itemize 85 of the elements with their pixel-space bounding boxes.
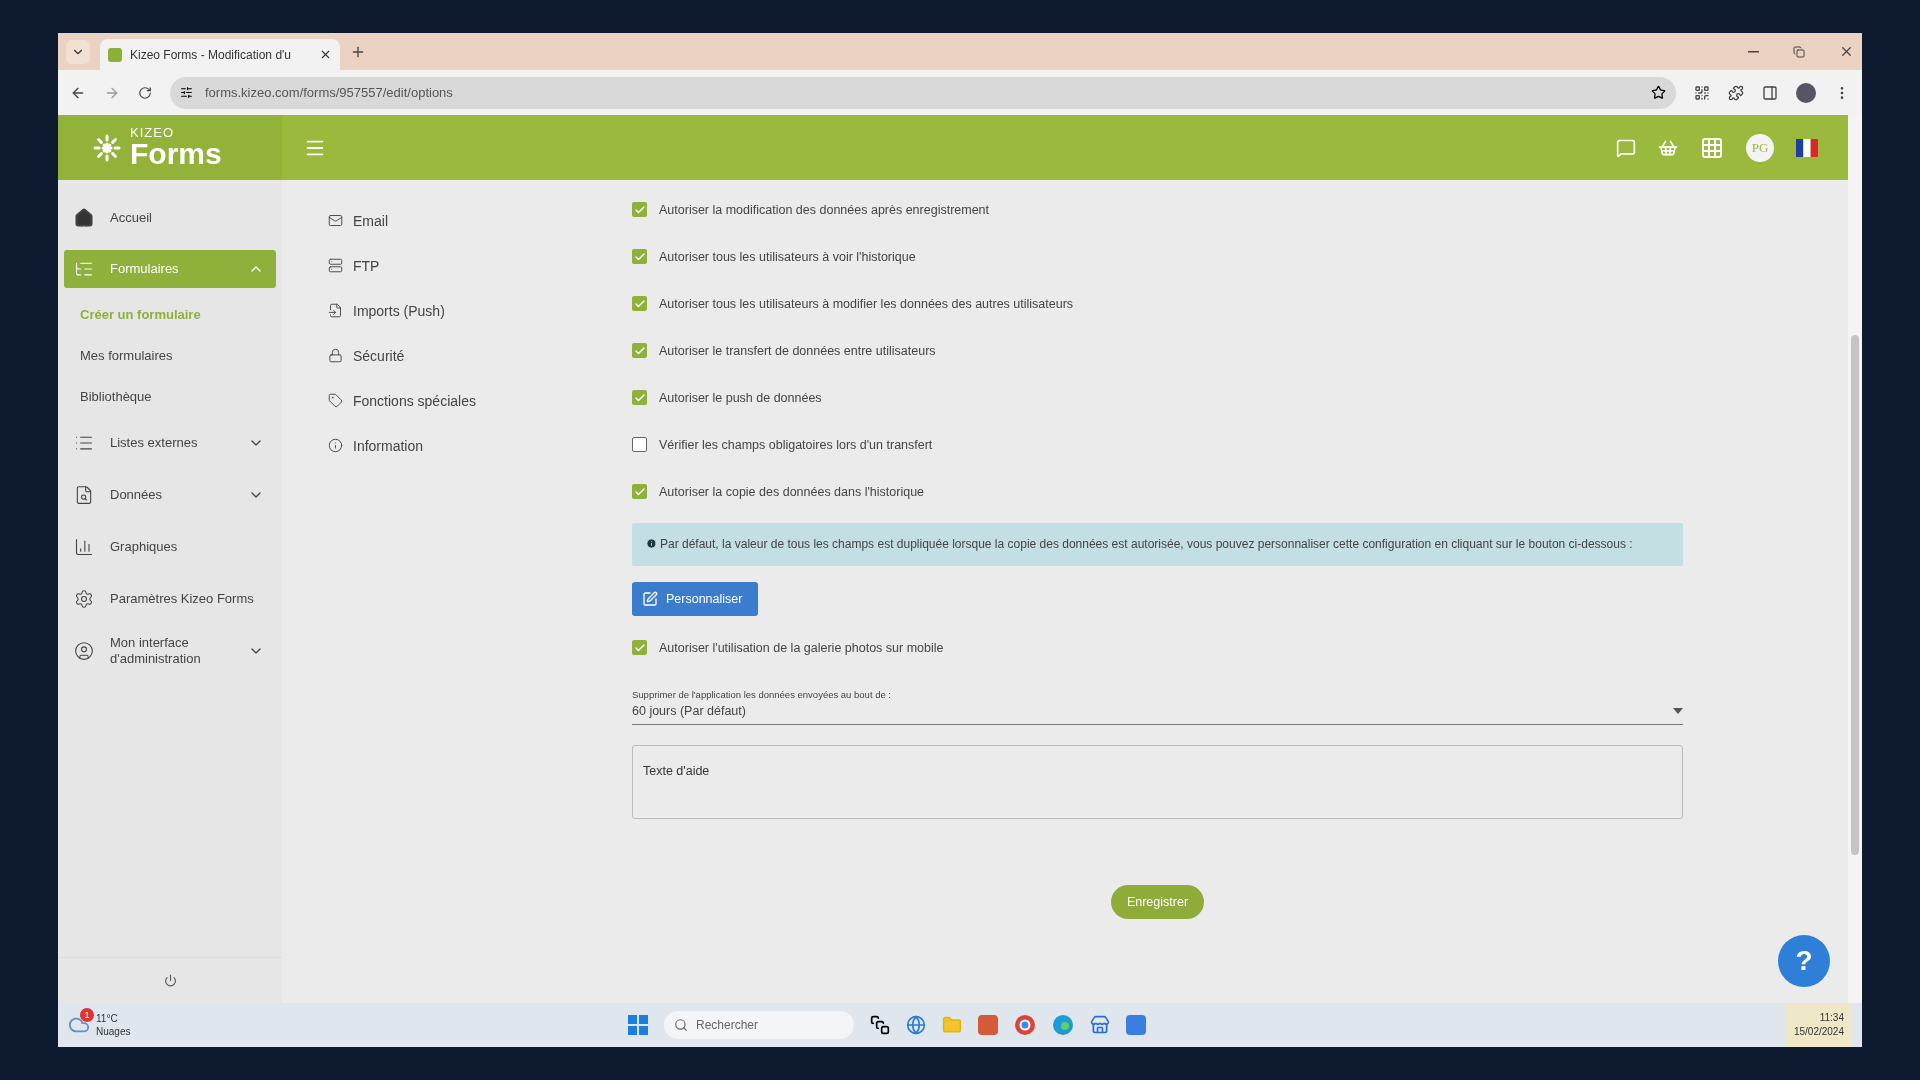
info-icon bbox=[328, 438, 343, 453]
customize-button[interactable]: Personnaliser bbox=[632, 582, 759, 617]
clock-date: 15/02/2024 bbox=[1793, 1025, 1844, 1039]
taskbar-search-field[interactable]: Rechercher bbox=[664, 1011, 854, 1039]
app-icon[interactable] bbox=[1126, 1015, 1146, 1035]
options-menu-item[interactable]: Fonctions spéciales bbox=[328, 378, 582, 423]
puzzle-icon[interactable] bbox=[1728, 84, 1744, 101]
option-label: Autoriser tous les utilisateurs à voir l'historique bbox=[659, 249, 916, 264]
notification-badge: 1 bbox=[80, 1008, 94, 1022]
sidebar-item[interactable]: Accueil bbox=[64, 192, 276, 244]
options-menu-item[interactable]: Information bbox=[328, 423, 582, 468]
sidebar-subitem[interactable]: Bibliothèque bbox=[64, 376, 276, 417]
user-circle-icon bbox=[74, 641, 94, 661]
checkbox[interactable] bbox=[632, 437, 647, 452]
restore-button[interactable] bbox=[1793, 45, 1805, 58]
windows-start-icon[interactable] bbox=[628, 1015, 648, 1035]
bar-chart-icon bbox=[74, 537, 94, 557]
help-button[interactable]: ? bbox=[1778, 935, 1830, 987]
checkbox[interactable] bbox=[632, 484, 647, 499]
options-menu-item[interactable]: Email bbox=[328, 198, 582, 243]
option-label: Autoriser la modification des données après enregistrement bbox=[659, 202, 990, 217]
sidebar-item[interactable]: Paramètres Kizeo Forms bbox=[64, 573, 276, 625]
address-bar[interactable]: forms.kizeo.com/forms/957557/edit/options bbox=[170, 76, 1676, 109]
option-label: Autoriser la copie des données dans l'historique bbox=[659, 484, 925, 499]
minimize-icon bbox=[1748, 50, 1759, 53]
mail-icon bbox=[328, 213, 343, 228]
checkbox[interactable] bbox=[632, 343, 647, 358]
tab-list-button[interactable] bbox=[66, 39, 90, 64]
store-icon[interactable] bbox=[1090, 1015, 1110, 1035]
option-label: Autoriser le transfert de données entre utilisateurs bbox=[659, 343, 936, 358]
options-menu-item[interactable]: FTP bbox=[328, 243, 582, 288]
checkbox[interactable] bbox=[632, 296, 647, 311]
file-search-icon bbox=[74, 485, 94, 505]
sidebar-item[interactable]: Listes externes bbox=[64, 417, 276, 469]
scrollbar-thumb[interactable] bbox=[1851, 335, 1859, 855]
gear-icon bbox=[74, 589, 94, 609]
options-menu-item[interactable]: Sécurité bbox=[328, 333, 582, 378]
sidebar-item[interactable]: Données bbox=[64, 469, 276, 521]
globe-app-icon[interactable] bbox=[906, 1015, 926, 1035]
option-label: Autoriser le push de données bbox=[659, 390, 822, 405]
dropdown-caret-icon bbox=[1673, 708, 1683, 715]
favicon-icon bbox=[108, 47, 122, 62]
power-icon[interactable] bbox=[163, 974, 177, 987]
retention-select[interactable]: Supprimer de l'application les données envoyées au bout de : 60 jours (Par défaut) bbox=[632, 689, 1683, 726]
site-settings-icon bbox=[180, 86, 193, 99]
close-tab-icon[interactable] bbox=[319, 48, 332, 61]
bookmark-star-icon[interactable] bbox=[1651, 85, 1666, 100]
apps-grid-icon[interactable] bbox=[1700, 135, 1724, 160]
sidebar-item[interactable]: Graphiques bbox=[64, 521, 276, 573]
home-icon bbox=[74, 208, 94, 228]
flag-icon[interactable] bbox=[1796, 138, 1818, 157]
minimize-button[interactable] bbox=[1748, 50, 1759, 53]
checkbox[interactable] bbox=[632, 202, 647, 217]
option-label: Vérifier les champs obligatoires lors d'un transfert bbox=[659, 437, 933, 452]
task-view-icon[interactable] bbox=[870, 1015, 890, 1035]
search-icon bbox=[674, 1018, 688, 1032]
sidebar-item[interactable]: Mon interface d'administration bbox=[64, 625, 276, 677]
help-text-field[interactable]: Texte d'aide bbox=[632, 745, 1683, 820]
profile-avatar[interactable] bbox=[1796, 82, 1816, 103]
server-icon bbox=[328, 258, 343, 273]
side-panel-icon[interactable] bbox=[1762, 84, 1778, 101]
browser-tab[interactable]: Kizeo Forms - Modification d'u bbox=[100, 39, 340, 70]
qr-code-icon[interactable] bbox=[1694, 84, 1710, 101]
tag-icon bbox=[328, 393, 343, 408]
option-label: Autoriser tous les utilisateurs à modifier les données des autres utilisateurs bbox=[659, 296, 1074, 311]
checkbox[interactable] bbox=[632, 390, 647, 405]
basket-icon[interactable] bbox=[1658, 137, 1678, 158]
edit-icon bbox=[642, 591, 658, 608]
info-icon bbox=[646, 538, 657, 549]
clock-time: 11:34 bbox=[1819, 1011, 1844, 1025]
sidebar-subitem[interactable]: Mes formulaires bbox=[64, 335, 276, 376]
reload-button[interactable] bbox=[138, 85, 152, 100]
checkbox[interactable] bbox=[632, 640, 647, 656]
close-button[interactable] bbox=[1839, 44, 1854, 59]
chat-icon[interactable] bbox=[1616, 137, 1636, 158]
option-label: Autoriser l'utilisation de la galerie photos sur mobile bbox=[659, 640, 944, 655]
file-input-icon bbox=[328, 303, 343, 318]
app-icon[interactable] bbox=[978, 1015, 998, 1035]
weather-condition: Nuages bbox=[96, 1025, 131, 1038]
checkbox[interactable] bbox=[632, 249, 647, 264]
kizeo-forms-logo: KIZEO Forms bbox=[58, 115, 282, 180]
options-menu-item[interactable]: Imports (Push) bbox=[328, 288, 582, 333]
lock-icon bbox=[328, 348, 343, 363]
temperature: 11°C bbox=[96, 1012, 119, 1025]
info-note-text: Par défaut, la valeur de tous les champs est dupliquée lorsque la copie des données est autorisée, vous pouvez personnaliser cette configuration en cliquant sur le bouton ci-dessous : bbox=[660, 537, 1633, 551]
